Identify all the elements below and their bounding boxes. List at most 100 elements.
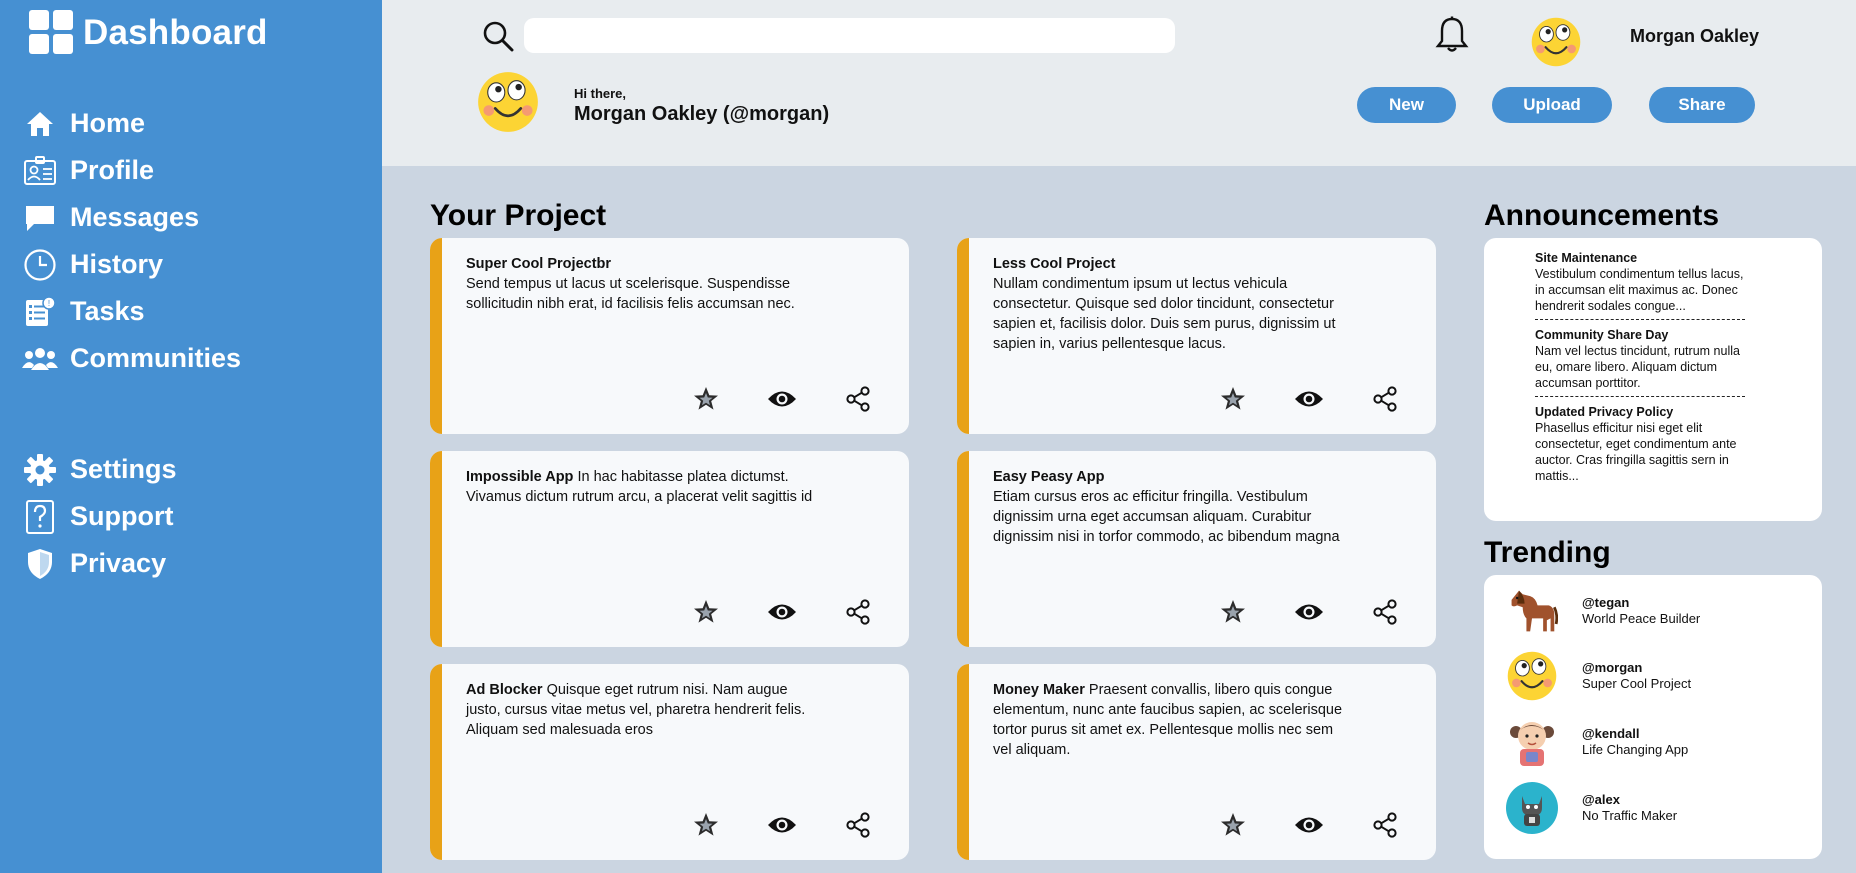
share-button[interactable]: Share xyxy=(1649,87,1755,123)
trending-item[interactable]: @kendall Life Changing App xyxy=(1506,716,1688,768)
share-icon[interactable] xyxy=(843,597,873,627)
greeting-text: Hi there, xyxy=(574,86,627,101)
eye-icon[interactable] xyxy=(767,597,797,627)
girl-avatar-icon xyxy=(1506,716,1558,768)
project-title[interactable]: Money Maker xyxy=(993,682,1085,698)
project-title[interactable]: Impossible App xyxy=(466,469,573,485)
share-icon[interactable] xyxy=(843,384,873,414)
announcement-body: Phasellus efficitur nisi eget elit conse… xyxy=(1535,421,1737,483)
project-card[interactable]: Less Cool Project Nullam condimentum ipsu… xyxy=(957,238,1436,434)
horse-avatar-icon xyxy=(1506,585,1558,637)
star-icon[interactable] xyxy=(691,597,721,627)
nav-item-support[interactable]: Support xyxy=(22,493,177,540)
trending-project: Super Cool Project xyxy=(1582,676,1692,691)
greeting-name: Morgan Oakley (@morgan) xyxy=(574,103,830,125)
eye-icon[interactable] xyxy=(767,384,797,414)
search-input[interactable] xyxy=(524,18,1175,53)
announcement-item[interactable]: Updated Privacy Policy Phasellus efficit… xyxy=(1535,404,1745,484)
eye-icon[interactable] xyxy=(767,810,797,840)
announcement-item[interactable]: Community Share Day Nam vel lectus tinci… xyxy=(1535,327,1745,391)
nav-item-communities[interactable]: Communities xyxy=(22,335,241,382)
trending-handle[interactable]: @morgan xyxy=(1582,660,1691,676)
card-accent-bar xyxy=(957,451,969,647)
project-title[interactable]: Ad Blocker xyxy=(466,682,543,698)
nav-item-home[interactable]: Home xyxy=(22,100,241,147)
sidebar: Dashboard Home Profile Messages History xyxy=(0,0,382,873)
trending-handle[interactable]: @tegan xyxy=(1582,595,1700,611)
gear-icon xyxy=(22,452,58,488)
nav-label: Messages xyxy=(70,202,200,232)
project-title[interactable]: Super Cool Projectbr xyxy=(466,256,611,272)
project-title[interactable]: Less Cool Project xyxy=(993,256,1115,272)
announcement-item[interactable]: Site Maintenance Vestibulum condimentum … xyxy=(1535,250,1745,314)
project-card[interactable]: Ad Blocker Quisque eget rutrum nisi. Nam… xyxy=(430,664,909,860)
nav-item-privacy[interactable]: Privacy xyxy=(22,540,177,587)
project-text: Easy Peasy App Etiam cursus eros ac effic… xyxy=(993,467,1343,547)
star-icon[interactable] xyxy=(1218,810,1248,840)
nav-label: Tasks xyxy=(70,296,145,326)
star-icon[interactable] xyxy=(691,810,721,840)
card-accent-bar xyxy=(430,451,442,647)
question-icon xyxy=(22,499,58,535)
bell-icon[interactable] xyxy=(1434,16,1470,54)
trending-handle[interactable]: @kendall xyxy=(1582,726,1688,742)
project-text: Ad Blocker Quisque eget rutrum nisi. Nam… xyxy=(466,680,816,740)
chat-icon xyxy=(22,200,58,236)
card-actions xyxy=(1218,384,1400,414)
upload-button[interactable]: Upload xyxy=(1492,87,1612,123)
trending-title: Trending xyxy=(1484,536,1611,569)
star-icon[interactable] xyxy=(1218,597,1248,627)
card-accent-bar xyxy=(430,238,442,434)
trending-item[interactable]: @tegan World Peace Builder xyxy=(1506,585,1700,637)
project-title[interactable]: Easy Peasy App xyxy=(993,469,1105,485)
user-name[interactable]: Morgan Oakley xyxy=(1630,26,1759,47)
announcement-title: Updated Privacy Policy xyxy=(1535,405,1674,419)
eye-icon[interactable] xyxy=(1294,384,1324,414)
share-icon[interactable] xyxy=(843,810,873,840)
nav-label: Support xyxy=(70,501,174,531)
eye-icon[interactable] xyxy=(1294,810,1324,840)
user-avatar[interactable] xyxy=(1530,16,1582,68)
share-icon[interactable] xyxy=(1370,384,1400,414)
trending-project: No Traffic Maker xyxy=(1582,808,1678,823)
card-accent-bar xyxy=(957,664,969,860)
divider xyxy=(1535,396,1745,397)
profile-card-icon xyxy=(22,153,58,189)
star-icon[interactable] xyxy=(1218,384,1248,414)
trending-handle[interactable]: @alex xyxy=(1582,792,1677,808)
nav-item-history[interactable]: History xyxy=(22,241,241,288)
cat-avatar-icon xyxy=(1506,782,1558,834)
project-card[interactable]: Super Cool Projectbr Send tempus ut lacus… xyxy=(430,238,909,434)
header: Morgan Oakley Hi there, Morgan Oakley (@… xyxy=(382,0,1856,166)
clock-icon xyxy=(22,247,58,283)
shield-icon xyxy=(22,546,58,582)
announcement-title: Site Maintenance xyxy=(1535,251,1638,265)
brand[interactable]: Dashboard xyxy=(29,10,268,56)
trending-panel: @tegan World Peace Builder @morgan Super… xyxy=(1484,575,1822,859)
search-icon[interactable] xyxy=(481,19,515,53)
project-text: Super Cool Projectbr Send tempus ut lacus… xyxy=(466,254,816,314)
nav-item-profile[interactable]: Profile xyxy=(22,147,241,194)
announcement-body: Nam vel lectus tincidunt, rutrum nulla e… xyxy=(1535,344,1740,390)
trending-item[interactable]: @alex No Traffic Maker xyxy=(1506,782,1677,834)
nav-label: Profile xyxy=(70,155,155,185)
trending-project: World Peace Builder xyxy=(1582,611,1701,626)
nav-item-tasks[interactable]: ! Tasks xyxy=(22,288,241,335)
card-actions xyxy=(1218,810,1400,840)
project-card[interactable]: Money Maker Praesent convallis, libero q… xyxy=(957,664,1436,860)
nav-item-messages[interactable]: Messages xyxy=(22,194,241,241)
new-button[interactable]: New xyxy=(1357,87,1456,123)
share-icon[interactable] xyxy=(1370,810,1400,840)
nav-label: Communities xyxy=(70,343,242,373)
share-icon[interactable] xyxy=(1370,597,1400,627)
nav-item-settings[interactable]: Settings xyxy=(22,446,177,493)
main-nav: Home Profile Messages History ! Tasks Co… xyxy=(22,100,241,382)
trending-item[interactable]: @morgan Super Cool Project xyxy=(1506,650,1691,702)
star-icon[interactable] xyxy=(691,384,721,414)
eye-icon[interactable] xyxy=(1294,597,1324,627)
announcements-title: Announcements xyxy=(1484,199,1720,232)
project-description: Nullam condimentum ipsum ut lectus vehic… xyxy=(993,276,1336,352)
project-card[interactable]: Easy Peasy App Etiam cursus eros ac effic… xyxy=(957,451,1436,647)
announcement-title: Community Share Day xyxy=(1535,328,1669,342)
project-card[interactable]: Impossible App In hac habitasse platea d… xyxy=(430,451,909,647)
